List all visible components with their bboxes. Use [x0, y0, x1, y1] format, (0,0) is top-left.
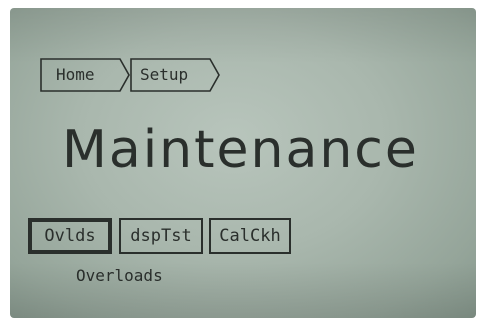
softkey-display-test[interactable]: dspTst — [119, 218, 203, 254]
device-frame: Home Setup Maintenance Ovlds dspTst CalC… — [0, 0, 477, 322]
page-title: Maintenance — [62, 120, 419, 180]
breadcrumb-item-home[interactable]: Home — [40, 58, 130, 92]
softkey-description: Overloads — [76, 266, 163, 285]
breadcrumb-item-setup[interactable]: Setup — [130, 58, 220, 92]
softkey-overloads[interactable]: Ovlds — [28, 218, 112, 254]
softkey-calibration-check[interactable]: CalCkh — [209, 218, 291, 254]
softkey-label: Ovlds — [44, 226, 96, 246]
lcd-screen: Home Setup Maintenance Ovlds dspTst CalC… — [10, 8, 476, 318]
breadcrumb-label: Setup — [140, 65, 189, 84]
softkey-label: dspTst — [130, 226, 192, 246]
softkey-label: CalCkh — [219, 226, 281, 246]
breadcrumb-label: Home — [56, 65, 95, 84]
